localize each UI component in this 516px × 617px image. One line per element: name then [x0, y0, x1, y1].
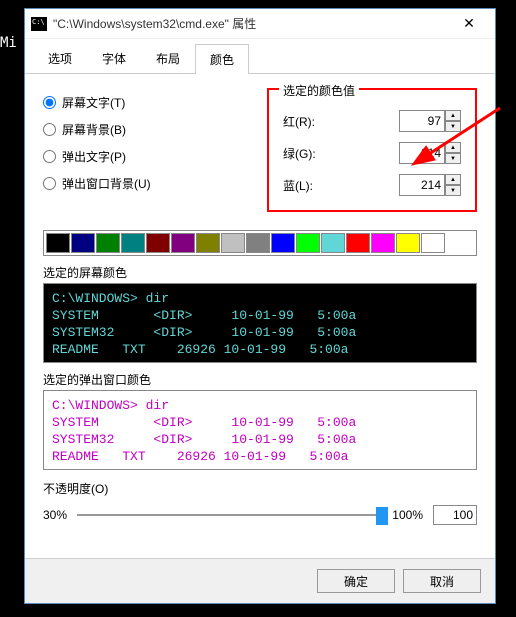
opacity-max: 100% — [392, 508, 423, 522]
radio-3[interactable]: 弹出窗口背景(U) — [43, 175, 249, 192]
radio-label-0: 屏幕文字(T) — [62, 94, 125, 111]
radio-input-3[interactable] — [43, 177, 56, 190]
selected-color-values-group: 选定的颜色值 红(R): ▲▼ 绿(G): ▲▼ 蓝(L): — [267, 88, 477, 212]
tab-选项[interactable]: 选项 — [33, 43, 87, 73]
swatch-9[interactable] — [271, 233, 295, 253]
blue-down[interactable]: ▼ — [445, 185, 461, 196]
red-up[interactable]: ▲ — [445, 110, 461, 121]
green-label: 绿(G): — [283, 145, 316, 162]
radio-1[interactable]: 屏幕背景(B) — [43, 121, 249, 138]
green-input[interactable] — [399, 142, 445, 164]
tab-strip: 选项字体布局颜色 — [25, 39, 495, 74]
ok-button[interactable]: 确定 — [317, 569, 395, 593]
swatch-13[interactable] — [371, 233, 395, 253]
tab-字体[interactable]: 字体 — [87, 43, 141, 73]
green-spinner[interactable]: ▲▼ — [399, 142, 461, 164]
swatch-7[interactable] — [221, 233, 245, 253]
swatch-10[interactable] — [296, 233, 320, 253]
slider-thumb[interactable] — [376, 507, 388, 525]
swatch-14[interactable] — [396, 233, 420, 253]
properties-dialog: "C:\Windows\system32\cmd.exe" 属性 ✕ 选项字体布… — [24, 8, 496, 604]
tab-content-colors: 屏幕文字(T) 屏幕背景(B) 弹出文字(P) 弹出窗口背景(U) 选定的颜色值 红(… — [25, 74, 495, 558]
swatch-6[interactable] — [196, 233, 220, 253]
radio-input-0[interactable] — [43, 96, 56, 109]
screen-preview-label: 选定的屏幕颜色 — [43, 264, 477, 281]
color-palette — [43, 230, 477, 256]
swatch-8[interactable] — [246, 233, 270, 253]
group-legend: 选定的颜色值 — [279, 82, 359, 99]
red-input[interactable] — [399, 110, 445, 132]
cancel-button[interactable]: 取消 — [403, 569, 481, 593]
blue-input[interactable] — [399, 174, 445, 196]
opacity-label: 不透明度(O) — [43, 480, 477, 497]
swatch-15[interactable] — [421, 233, 445, 253]
popup-preview-label: 选定的弹出窗口颜色 — [43, 371, 477, 388]
red-label: 红(R): — [283, 113, 315, 130]
blue-up[interactable]: ▲ — [445, 174, 461, 185]
dialog-footer: 确定 取消 — [25, 558, 495, 603]
popup-preview: C:\WINDOWS> dir SYSTEM <DIR> 10-01-99 5:… — [43, 390, 477, 470]
radio-input-2[interactable] — [43, 150, 56, 163]
tab-布局[interactable]: 布局 — [141, 43, 195, 73]
swatch-12[interactable] — [346, 233, 370, 253]
color-target-radios: 屏幕文字(T) 屏幕背景(B) 弹出文字(P) 弹出窗口背景(U) — [43, 88, 249, 212]
window-title: "C:\Windows\system32\cmd.exe" 属性 — [53, 15, 449, 32]
swatch-2[interactable] — [96, 233, 120, 253]
blue-label: 蓝(L): — [283, 177, 313, 194]
opacity-input[interactable] — [433, 505, 477, 525]
swatch-11[interactable] — [321, 233, 345, 253]
cmd-icon — [31, 17, 47, 31]
swatch-3[interactable] — [121, 233, 145, 253]
radio-label-2: 弹出文字(P) — [62, 148, 126, 165]
radio-label-1: 屏幕背景(B) — [62, 121, 126, 138]
tab-颜色[interactable]: 颜色 — [195, 44, 249, 74]
radio-2[interactable]: 弹出文字(P) — [43, 148, 249, 165]
blue-spinner[interactable]: ▲▼ — [399, 174, 461, 196]
red-down[interactable]: ▼ — [445, 121, 461, 132]
opacity-min: 30% — [43, 508, 67, 522]
swatch-4[interactable] — [146, 233, 170, 253]
red-spinner[interactable]: ▲▼ — [399, 110, 461, 132]
opacity-slider[interactable] — [77, 503, 382, 527]
titlebar: "C:\Windows\system32\cmd.exe" 属性 ✕ — [25, 9, 495, 39]
swatch-0[interactable] — [46, 233, 70, 253]
screen-preview: C:\WINDOWS> dir SYSTEM <DIR> 10-01-99 5:… — [43, 283, 477, 363]
radio-input-1[interactable] — [43, 123, 56, 136]
green-up[interactable]: ▲ — [445, 142, 461, 153]
swatch-1[interactable] — [71, 233, 95, 253]
close-button[interactable]: ✕ — [449, 10, 489, 38]
swatch-5[interactable] — [171, 233, 195, 253]
radio-0[interactable]: 屏幕文字(T) — [43, 94, 249, 111]
radio-label-3: 弹出窗口背景(U) — [62, 175, 151, 192]
green-down[interactable]: ▼ — [445, 153, 461, 164]
